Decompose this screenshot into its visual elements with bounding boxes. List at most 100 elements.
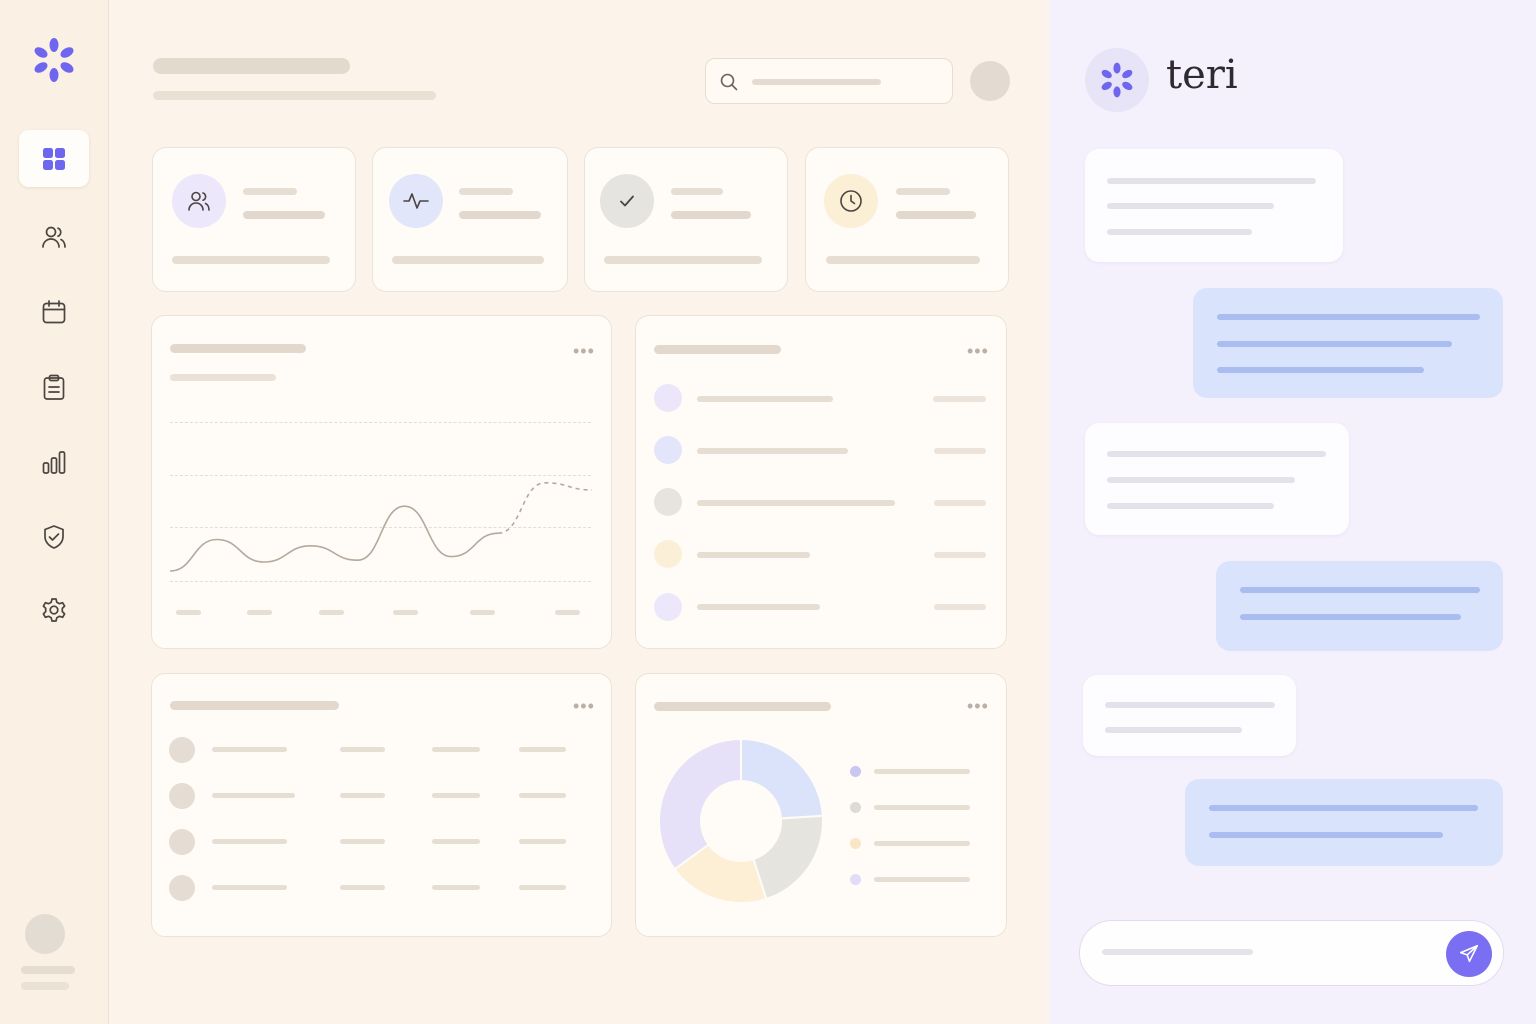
table-cell-placeholder	[432, 839, 480, 844]
table-cell-placeholder	[340, 747, 385, 752]
activity-pulse-icon	[403, 193, 429, 209]
nav-item-users[interactable]	[19, 208, 89, 265]
stat-label-placeholder	[459, 188, 513, 195]
row-avatar	[169, 737, 195, 763]
message-line-placeholder	[1105, 702, 1275, 708]
legend-swatch	[850, 802, 861, 813]
clock-icon	[840, 190, 862, 212]
list-item-meta-placeholder	[934, 552, 986, 558]
asterisk-logo-icon	[1101, 62, 1133, 98]
stat-value-placeholder	[243, 211, 325, 219]
clipboard-icon	[43, 374, 65, 400]
list-item-label-placeholder	[697, 552, 810, 558]
table-cell-placeholder	[212, 747, 287, 752]
stat-label-placeholder	[243, 188, 297, 195]
list-item-meta-placeholder	[933, 396, 986, 402]
nav-item-settings[interactable]	[19, 581, 89, 638]
x-tick-placeholder	[470, 610, 495, 615]
line-series-actual	[169, 505, 499, 572]
nav-item-tasks[interactable]	[19, 358, 89, 415]
row-avatar	[169, 875, 195, 901]
line-chart-card: •••	[151, 315, 612, 649]
list-item-label-placeholder	[697, 448, 848, 454]
dashboard-main: ••• ••• ••• •••	[110, 0, 1049, 1024]
legend-swatch	[850, 874, 861, 885]
donut-title-placeholder	[654, 702, 831, 711]
stat-label-placeholder	[671, 188, 723, 195]
donut-chart-card: •••	[635, 673, 1007, 937]
stat-value-placeholder	[896, 211, 976, 219]
nav-item-calendar[interactable]	[19, 283, 89, 340]
stat-card-activity[interactable]	[372, 147, 568, 292]
nav-item-security[interactable]	[19, 508, 89, 565]
line-series-forecast	[498, 481, 593, 534]
legend-label-placeholder	[874, 769, 970, 774]
table-cell-placeholder	[340, 793, 385, 798]
user-name-placeholder	[21, 966, 75, 974]
row-avatar	[169, 829, 195, 855]
table-cell-placeholder	[519, 747, 566, 752]
assistant-message	[1085, 423, 1349, 535]
message-input[interactable]	[1079, 920, 1504, 986]
message-line-placeholder	[1217, 314, 1480, 320]
table-cell-placeholder	[519, 793, 566, 798]
stat-icon-activity	[389, 174, 443, 228]
nav-item-analytics[interactable]	[19, 433, 89, 490]
stat-icon-users	[172, 174, 226, 228]
table-cell-placeholder	[432, 747, 480, 752]
check-icon	[620, 195, 634, 207]
profile-avatar[interactable]	[970, 61, 1010, 101]
legend-label-placeholder	[874, 841, 970, 846]
stat-icon-time	[824, 174, 878, 228]
message-line-placeholder	[1107, 477, 1295, 483]
nav-item-dashboard[interactable]	[19, 130, 89, 187]
stat-value-placeholder	[671, 211, 751, 219]
stat-card-users[interactable]	[152, 147, 356, 292]
message-line-placeholder	[1107, 451, 1326, 457]
message-line-placeholder	[1105, 727, 1242, 733]
stat-icon-completed	[600, 174, 654, 228]
assistant-message	[1085, 149, 1343, 262]
page-subtitle-placeholder	[153, 91, 436, 100]
message-line-placeholder	[1240, 614, 1461, 620]
row-avatar	[169, 783, 195, 809]
list-item-status-dot	[654, 436, 682, 464]
stat-footer-placeholder	[604, 256, 762, 264]
page-title-placeholder	[153, 58, 350, 74]
table-cell-placeholder	[432, 793, 480, 798]
more-options-icon[interactable]: •••	[573, 697, 595, 715]
list-title-placeholder	[654, 345, 781, 354]
users-icon	[188, 191, 210, 211]
list-item-status-dot	[654, 540, 682, 568]
message-line-placeholder	[1240, 587, 1480, 593]
assistant-logo	[1085, 48, 1149, 112]
x-tick-placeholder	[555, 610, 580, 615]
list-item-status-dot	[654, 384, 682, 412]
more-options-icon[interactable]: •••	[967, 697, 989, 715]
send-button[interactable]	[1446, 931, 1492, 977]
list-item-status-dot	[654, 488, 682, 516]
more-options-icon[interactable]: •••	[967, 342, 989, 360]
list-item-status-dot	[654, 593, 682, 621]
send-icon	[1459, 944, 1479, 963]
stat-label-placeholder	[896, 188, 950, 195]
legend-swatch	[850, 766, 861, 777]
table-cell-placeholder	[212, 839, 287, 844]
user-avatar[interactable]	[25, 914, 65, 954]
stat-value-placeholder	[459, 211, 541, 219]
search-input[interactable]	[705, 58, 953, 104]
dashboard-grid-icon	[43, 147, 65, 170]
stat-card-time[interactable]	[805, 147, 1009, 292]
bar-chart-icon	[42, 450, 66, 474]
message-line-placeholder	[1107, 229, 1252, 235]
table-cell-placeholder	[519, 839, 566, 844]
activity-list-card: •••	[635, 315, 1007, 649]
search-placeholder	[752, 79, 881, 85]
line-chart	[169, 481, 593, 572]
assistant-chat-panel: teri	[1049, 0, 1536, 1024]
assistant-message	[1083, 675, 1296, 756]
calendar-icon	[42, 299, 66, 323]
x-tick-placeholder	[176, 610, 201, 615]
stat-card-completed[interactable]	[584, 147, 788, 292]
asterisk-logo-icon[interactable]	[30, 36, 78, 84]
